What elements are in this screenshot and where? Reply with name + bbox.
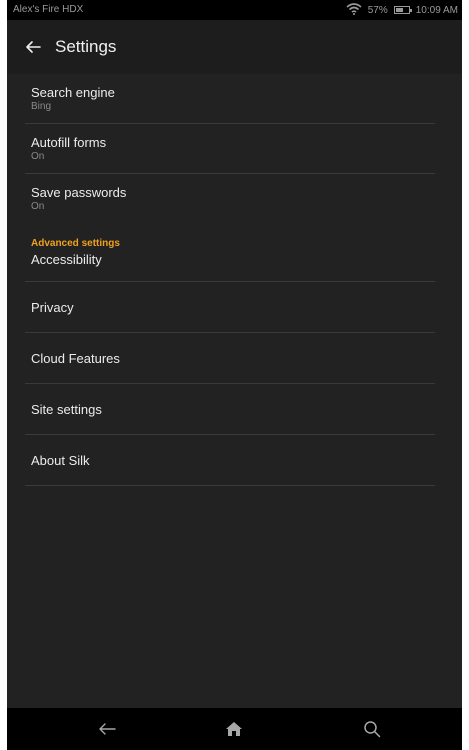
navigation-bar xyxy=(7,708,462,750)
battery-icon xyxy=(393,6,412,14)
battery-percent: 57% xyxy=(367,4,388,16)
app-screen: Alex's Fire HDX 57% 10:09 AM Settings Se… xyxy=(7,0,462,750)
setting-label: Accessibility xyxy=(31,252,102,267)
section-header-advanced: Advanced settings xyxy=(25,224,435,249)
setting-privacy[interactable]: Privacy xyxy=(25,282,435,333)
setting-value: On xyxy=(31,151,45,162)
setting-cloud-features[interactable]: Cloud Features xyxy=(25,333,435,384)
setting-value: On xyxy=(31,201,45,212)
setting-site-settings[interactable]: Site settings xyxy=(25,384,435,435)
wifi-icon xyxy=(346,2,362,18)
status-indicators: 57% 10:09 AM xyxy=(346,2,458,18)
setting-label: Save passwords xyxy=(31,185,127,200)
setting-label: Autofill forms xyxy=(31,135,107,150)
setting-label: Search engine xyxy=(31,85,115,100)
setting-accessibility[interactable]: Accessibility xyxy=(25,248,435,282)
back-arrow-icon[interactable] xyxy=(21,35,45,59)
back-arrow-icon[interactable] xyxy=(95,717,119,741)
search-icon[interactable] xyxy=(360,717,384,741)
setting-save-passwords[interactable]: Save passwords On xyxy=(25,174,435,224)
setting-search-engine[interactable]: Search engine Bing xyxy=(25,74,435,124)
setting-autofill-forms[interactable]: Autofill forms On xyxy=(25,124,435,174)
page-title: Settings xyxy=(55,37,117,56)
settings-list: Search engine Bing Autofill forms On Sav… xyxy=(25,74,435,486)
setting-label: About Silk xyxy=(31,453,90,468)
home-icon[interactable] xyxy=(222,717,246,741)
app-header: Settings xyxy=(7,20,462,74)
setting-label: Site settings xyxy=(31,402,102,417)
setting-value: Bing xyxy=(31,101,52,112)
setting-about-silk[interactable]: About Silk xyxy=(25,435,435,486)
status-bar: Alex's Fire HDX 57% 10:09 AM xyxy=(7,0,462,20)
device-name: Alex's Fire HDX xyxy=(13,4,84,15)
clock: 10:09 AM xyxy=(415,4,458,16)
setting-label: Cloud Features xyxy=(31,351,120,366)
setting-label: Privacy xyxy=(31,300,74,315)
